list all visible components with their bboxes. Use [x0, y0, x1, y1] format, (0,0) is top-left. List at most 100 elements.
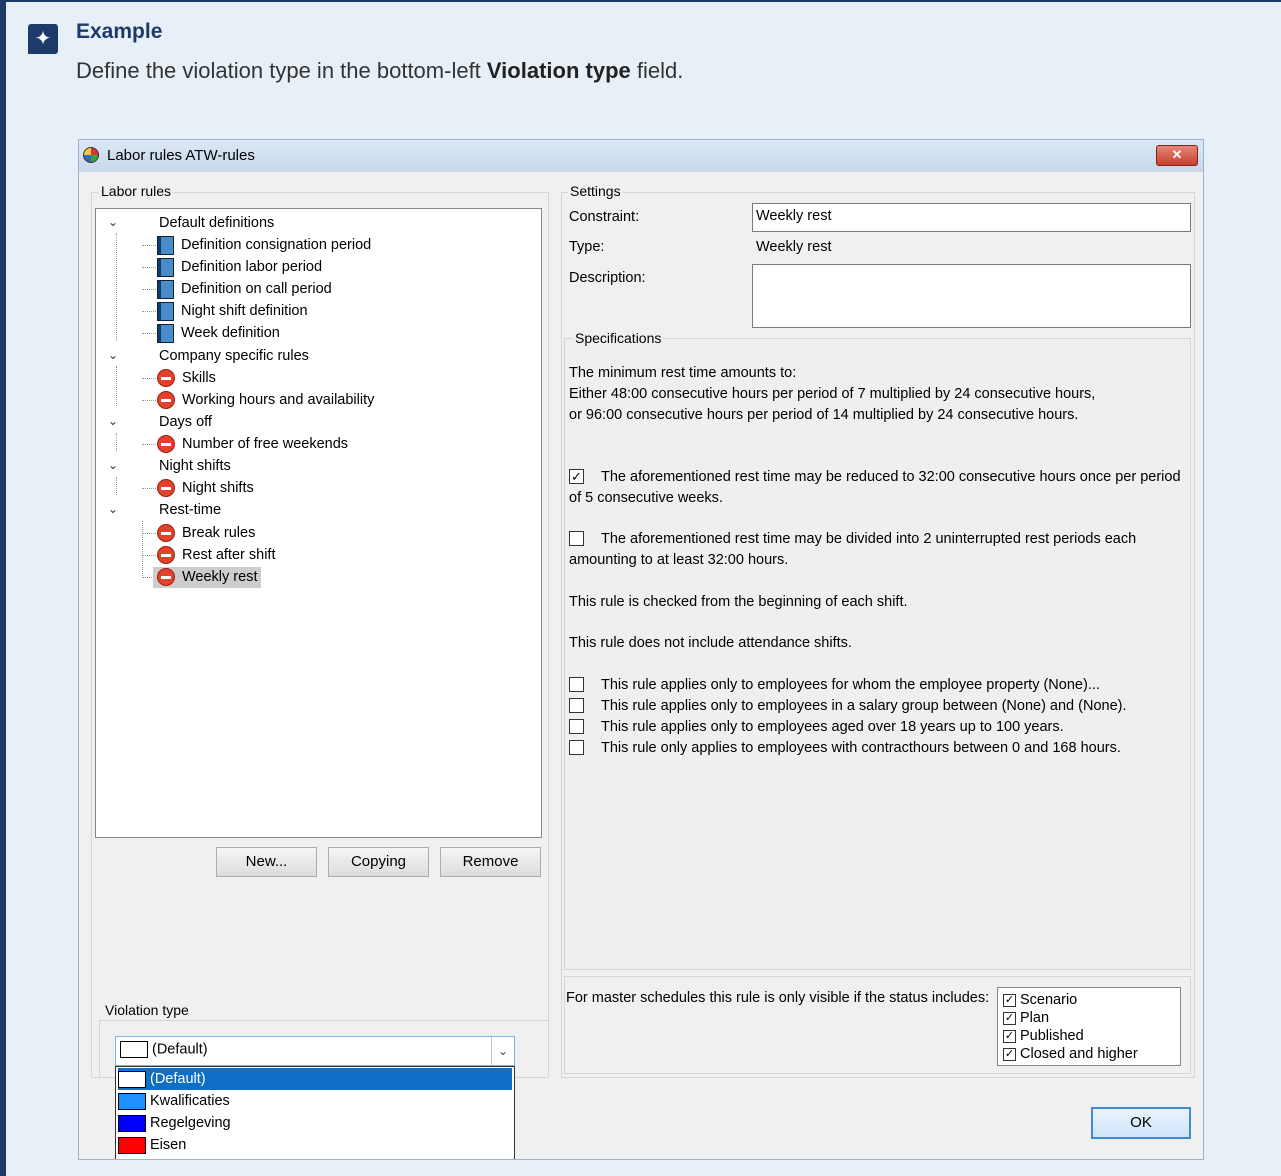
stop-icon	[157, 391, 175, 410]
tree-item[interactable]: Definition on call period	[157, 279, 332, 300]
tree-group-rest-time[interactable]: Rest-time	[159, 500, 221, 521]
book-icon	[157, 301, 174, 321]
tree-item[interactable]: Definition consignation period	[157, 235, 371, 256]
description-label: Description:	[569, 270, 646, 286]
violation-type-dropdown: (Default) Kwalificaties Regelgeving Eise…	[115, 1066, 515, 1159]
violation-type-label: Violation type	[103, 1002, 191, 1018]
ok-button[interactable]: OK	[1091, 1107, 1191, 1139]
expand-chevron-icon[interactable]: ⌄	[108, 215, 118, 229]
dropdown-option[interactable]: (Default)	[118, 1068, 512, 1090]
color-swatch	[118, 1070, 146, 1088]
type-value: Weekly rest	[756, 239, 832, 255]
tree-item[interactable]: Number of free weekends	[157, 434, 348, 455]
checkbox[interactable]: ✓	[1003, 993, 1016, 1007]
tree-item[interactable]: Night shift definition	[157, 301, 308, 322]
new-button[interactable]: New...	[216, 847, 317, 877]
applies-salary-checkbox[interactable]	[569, 698, 584, 713]
book-icon	[157, 235, 174, 255]
dialog-title: Labor rules ATW-rules	[107, 147, 255, 164]
color-swatch	[118, 1158, 146, 1159]
tree-item[interactable]: Night shifts	[157, 478, 254, 499]
applies-hours-checkbox[interactable]	[569, 740, 584, 755]
attendance-text: This rule does not include attendance sh…	[569, 635, 852, 651]
settings-label: Settings	[568, 183, 623, 199]
spec-line: or 96:00 consecutive hours per period of…	[569, 407, 1079, 423]
description-input[interactable]	[752, 264, 1191, 328]
stop-icon	[157, 546, 175, 565]
applies-age-text[interactable]: This rule applies only to employees aged…	[601, 717, 1064, 738]
checked-from-text: This rule is checked from the beginning …	[569, 594, 908, 610]
checkbox[interactable]: ✓	[1003, 1011, 1016, 1025]
expand-chevron-icon[interactable]: ⌄	[108, 502, 118, 516]
labor-rules-tree[interactable]: ⌄ Default definitions Definition consign…	[95, 208, 542, 838]
tree-item[interactable]: Working hours and availability	[157, 390, 374, 411]
color-swatch	[118, 1092, 146, 1110]
dropdown-option[interactable]: Regelgeving	[118, 1112, 512, 1134]
checkbox[interactable]: ✓	[1003, 1047, 1016, 1061]
sparkle-icon: ✦	[28, 24, 58, 54]
tree-group-company-specific[interactable]: Company specific rules	[159, 346, 309, 367]
tree-item[interactable]: Break rules	[157, 523, 255, 544]
copying-button[interactable]: Copying	[328, 847, 429, 877]
book-icon	[157, 323, 174, 343]
callout-body-suffix: field.	[630, 58, 684, 83]
dialog-titlebar[interactable]: Labor rules ATW-rules ✕	[79, 140, 1203, 172]
applies-hours-text[interactable]: This rule only applies to employees with…	[601, 738, 1121, 759]
expand-chevron-icon[interactable]: ⌄	[108, 414, 118, 428]
constraint-label: Constraint:	[569, 209, 640, 225]
spec-line: The minimum rest time amounts to:	[569, 365, 797, 381]
callout-body-bold: Violation type	[486, 58, 631, 83]
tree-group-days-off[interactable]: Days off	[159, 412, 212, 433]
status-published[interactable]: ✓ Published	[1003, 1027, 1084, 1045]
tree-group-night-shifts[interactable]: Night shifts	[159, 456, 231, 477]
callout-body-prefix: Define the violation type in the bottom-…	[76, 58, 487, 83]
reduce-rest-checkbox[interactable]: ✓	[569, 469, 584, 484]
close-button[interactable]: ✕	[1156, 145, 1198, 166]
dropdown-option[interactable]: Kwalificaties	[118, 1090, 512, 1112]
tree-item[interactable]: Definition labor period	[157, 257, 322, 278]
color-swatch	[118, 1114, 146, 1132]
stop-icon	[157, 479, 175, 498]
tree-item[interactable]: Rest after shift	[157, 545, 275, 566]
divide-rest-checkbox[interactable]	[569, 531, 584, 546]
status-scenario[interactable]: ✓ Scenario	[1003, 991, 1077, 1009]
divide-rest-text: The aforementioned rest time may be divi…	[601, 531, 1137, 547]
violation-type-select[interactable]: (Default) ⌄	[115, 1036, 515, 1066]
remove-button[interactable]: Remove	[440, 847, 541, 877]
type-label: Type:	[569, 239, 605, 255]
constraint-input[interactable]: Weekly rest	[752, 203, 1191, 232]
reduce-rest-text-2: of 5 consecutive weeks.	[569, 490, 723, 506]
applies-property-checkbox[interactable]	[569, 677, 584, 692]
checkbox[interactable]: ✓	[1003, 1029, 1016, 1043]
status-closed[interactable]: ✓ Closed and higher	[1003, 1045, 1138, 1063]
specifications-group	[564, 338, 1191, 970]
stop-icon	[157, 435, 175, 454]
expand-chevron-icon[interactable]: ⌄	[108, 348, 118, 362]
dropdown-option-partial[interactable]	[118, 1156, 512, 1159]
violation-type-selected: (Default)	[152, 1041, 208, 1058]
expand-chevron-icon[interactable]: ⌄	[108, 458, 118, 472]
app-icon	[83, 147, 99, 163]
book-icon	[157, 279, 174, 299]
reduce-rest-text: The aforementioned rest time may be redu…	[601, 469, 1181, 485]
spec-line: Either 48:00 consecutive hours per perio…	[569, 386, 1096, 402]
callout-title: Example	[76, 20, 163, 43]
tree-item[interactable]: Skills	[157, 368, 216, 389]
stop-icon	[157, 524, 175, 543]
dropdown-option[interactable]: Eisen	[118, 1134, 512, 1156]
chevron-down-icon[interactable]: ⌄	[491, 1037, 514, 1065]
color-swatch	[120, 1041, 148, 1058]
applies-age-checkbox[interactable]	[569, 719, 584, 734]
status-list: ✓ Scenario ✓ Plan ✓ Published ✓ Closed and h…	[997, 987, 1181, 1066]
tree-item-selected[interactable]: Weekly rest	[153, 567, 262, 588]
tree-item[interactable]: Week definition	[157, 323, 280, 344]
book-icon	[157, 257, 174, 277]
applies-salary-text[interactable]: This rule applies only to employees in a…	[601, 696, 1127, 717]
status-plan[interactable]: ✓ Plan	[1003, 1009, 1049, 1027]
callout-body: Define the violation type in the bottom-…	[76, 58, 683, 84]
specifications-label: Specifications	[573, 330, 664, 346]
applies-property-text[interactable]: This rule applies only to employees for …	[601, 675, 1100, 696]
stop-icon	[157, 568, 175, 587]
divide-rest-text-2: amounting to at least 32:00 hours.	[569, 552, 789, 568]
tree-group-default-definitions[interactable]: Default definitions	[159, 213, 274, 234]
